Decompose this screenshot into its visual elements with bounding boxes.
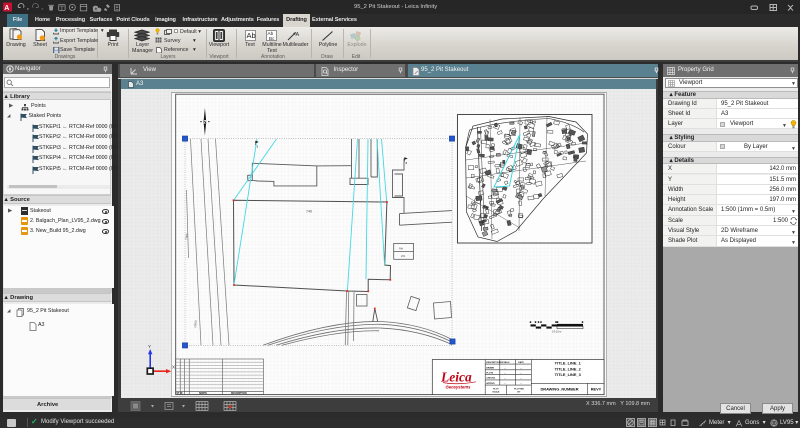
svg-text:DRAWING_NUMBER: DRAWING_NUMBER [540,387,578,392]
svg-text:SCALE: SCALE [492,390,500,393]
svg-text:Geosystems: Geosystems [446,385,472,390]
svg-text:Ref: Ref [399,247,403,251]
svg-text:PLOTS: PLOTS [486,373,494,375]
svg-text:Leica: Leica [440,370,472,385]
svg-text:CHECKD: CHECKD [486,378,495,380]
svg-text:DESCRIPTION: DESCRIPTION [231,393,247,395]
svg-text:REV#: REV# [591,387,602,392]
svg-text:DRAWN: DRAWN [486,367,494,370]
svg-text:Trink: Trink [184,233,189,240]
svg-text:ST ID: ST ID [177,393,183,395]
svg-text:DATE: DATE [518,361,524,364]
svg-text:PLOT: PLOT [493,388,499,390]
svg-text:NORTH: NORTH [199,393,208,395]
svg-text:DESCRIPTION: DESCRIPTION [486,362,501,364]
svg-text:Bc: Bc [269,36,275,41]
svg-text:TITLE_LINE_2: TITLE_LINE_2 [555,366,582,371]
svg-text:746: 746 [306,210,312,214]
svg-text:201: 201 [401,254,406,258]
svg-text:PLOTTED: PLOTTED [514,388,524,390]
svg-text:Y: Y [148,344,151,349]
svg-text:A: A [4,5,9,12]
svg-text:APPRVD: APPRVD [486,382,495,385]
svg-text:TITLE_LINE_3: TITLE_LINE_3 [555,372,582,377]
svg-text:TITLE_LINE_1: TITLE_LINE_1 [555,361,582,366]
svg-text:A: A [296,32,300,38]
svg-text:0 5 10 m: 0 5 10 m [552,330,561,333]
svg-text:DETAILS: DETAILS [501,361,510,364]
svg-text:X: X [172,365,175,370]
svg-text:Ab: Ab [247,31,256,40]
